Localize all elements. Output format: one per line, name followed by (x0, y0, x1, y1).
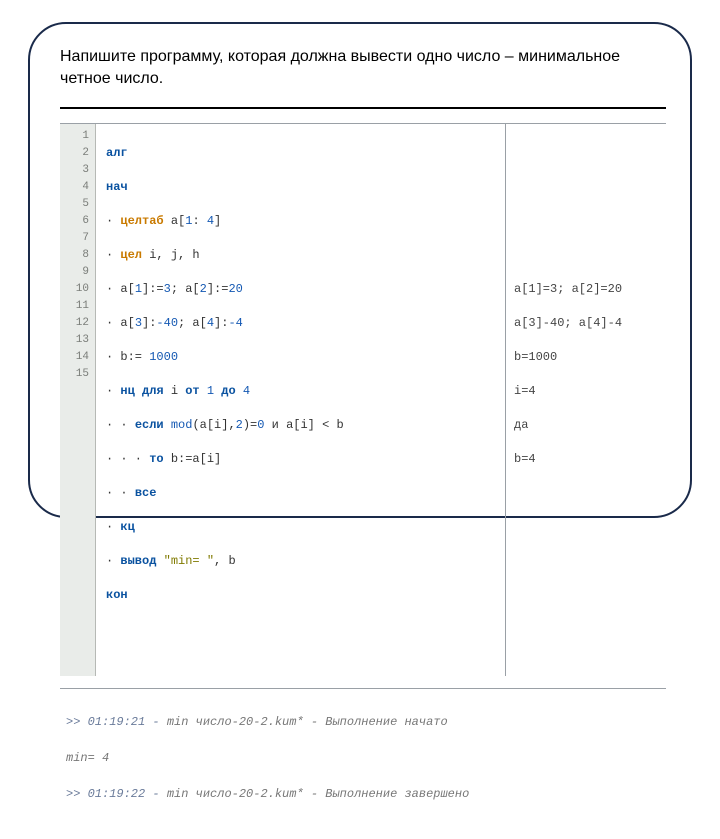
code-text: a[ (171, 214, 185, 228)
code-text: : (192, 214, 206, 228)
code-num: 4 (207, 214, 214, 228)
trace-line: a[1]=3; a[2]=20 (514, 281, 660, 298)
trace-pane: a[1]=3; a[2]=20 a[3]-40; a[4]-4 b=1000 i… (506, 124, 666, 676)
line-number: 14 (60, 349, 89, 366)
task-text: Напишите программу, которая должна вывес… (60, 46, 666, 89)
code-num: 1 (135, 282, 142, 296)
trace-line: a[3]-40; a[4]-4 (514, 315, 660, 332)
line-number: 12 (60, 315, 89, 332)
console-msg: - Выполнение завершено (304, 787, 470, 801)
code-num: 3 (164, 282, 171, 296)
code-num: -40 (156, 316, 178, 330)
code-dot: · (106, 214, 120, 228)
code-dot: · · · (106, 452, 149, 466)
code-text: ; a[ (178, 316, 207, 330)
code-kw: до (214, 384, 243, 398)
slide: Напишите программу, которая должна вывес… (0, 0, 720, 540)
code-num: -4 (228, 316, 242, 330)
code-text: a[ (120, 316, 134, 330)
line-number: 2 (60, 145, 89, 162)
slide-frame: Напишите программу, которая должна вывес… (28, 22, 692, 518)
console-line: >> 01:19:21 - min число-20-2.kum* - Выпо… (66, 713, 666, 731)
console-result: min= 4 (66, 751, 109, 765)
code-str: "min= " (164, 554, 214, 568)
ide-pane: 1 2 3 4 5 6 7 8 9 10 11 12 13 14 15 алг … (60, 123, 666, 676)
code-text: a[ (120, 282, 134, 296)
code-dot: · · (106, 418, 135, 432)
line-number: 11 (60, 298, 89, 315)
code-text: i, j, h (149, 248, 199, 262)
code-text: , b (214, 554, 236, 568)
console-msg: - Выполнение начато (304, 715, 448, 729)
code-kw: от (185, 384, 207, 398)
code-num: 2 (200, 282, 207, 296)
code-dot: · (106, 248, 120, 262)
code-type: целтаб (120, 214, 170, 228)
code-dot: · (106, 282, 120, 296)
code-kw: то (149, 452, 171, 466)
line-number: 5 (60, 196, 89, 213)
code-text: i (171, 384, 185, 398)
code-kw: вывод (120, 554, 163, 568)
code-text: ]: (214, 316, 228, 330)
code-kw: нач (106, 180, 128, 194)
code-kw: если (135, 418, 171, 432)
code-text: b:=a[i] (171, 452, 221, 466)
code-dot: · (106, 554, 120, 568)
code-num: 1 (207, 384, 214, 398)
code-dot: · (106, 520, 120, 534)
code-num: 3 (135, 316, 142, 330)
trace-line: да (514, 417, 660, 434)
console-file: min число-20-2.kum* (167, 787, 304, 801)
line-number: 1 (60, 128, 89, 145)
code-num: 4 (207, 316, 214, 330)
trace-line: b=1000 (514, 349, 660, 366)
line-gutter: 1 2 3 4 5 6 7 8 9 10 11 12 13 14 15 (60, 124, 96, 676)
code-text: ]:= (142, 282, 164, 296)
line-number: 3 (60, 162, 89, 179)
trace-line: b=4 (514, 451, 660, 468)
trace-line: i=4 (514, 383, 660, 400)
line-number: 9 (60, 264, 89, 281)
code-kw: кц (120, 520, 134, 534)
code-text: ]: (142, 316, 156, 330)
code-text: )= (243, 418, 257, 432)
console-output: >> 01:19:21 - min число-20-2.kum* - Выпо… (60, 688, 666, 839)
code-text: и a[i] < b (264, 418, 343, 432)
code-dot: · (106, 384, 120, 398)
console-prefix: >> 01:19:22 - (66, 787, 167, 801)
line-number: 7 (60, 230, 89, 247)
code-dot: · · (106, 486, 135, 500)
code-editor[interactable]: алг нач · целтаб a[1: 4] · цел i, j, h ·… (96, 124, 506, 676)
line-number: 4 (60, 179, 89, 196)
code-dot: · (106, 350, 120, 364)
divider (60, 107, 666, 109)
line-number: 13 (60, 332, 89, 349)
code-text: (a[i], (192, 418, 235, 432)
code-text: b:= (120, 350, 149, 364)
code-num: 2 (236, 418, 243, 432)
code-kw: кон (106, 588, 128, 602)
line-number: 8 (60, 247, 89, 264)
code-dot: · (106, 316, 120, 330)
code-type: цел (120, 248, 149, 262)
line-number: 10 (60, 281, 89, 298)
code-fn: mod (171, 418, 193, 432)
code-text: ] (214, 214, 221, 228)
code-num: 1000 (149, 350, 178, 364)
code-kw: нц для (120, 384, 170, 398)
code-kw: все (135, 486, 157, 500)
code-text: ; a[ (171, 282, 200, 296)
code-num: 4 (243, 384, 250, 398)
console-line: min= 4 (66, 749, 666, 767)
console-line: >> 01:19:22 - min число-20-2.kum* - Выпо… (66, 785, 666, 803)
code-num: 20 (228, 282, 242, 296)
code-kw: алг (106, 146, 128, 160)
code-text: ]:= (207, 282, 229, 296)
console-prefix: >> 01:19:21 - (66, 715, 167, 729)
line-number: 15 (60, 366, 89, 383)
line-number: 6 (60, 213, 89, 230)
console-file: min число-20-2.kum* (167, 715, 304, 729)
